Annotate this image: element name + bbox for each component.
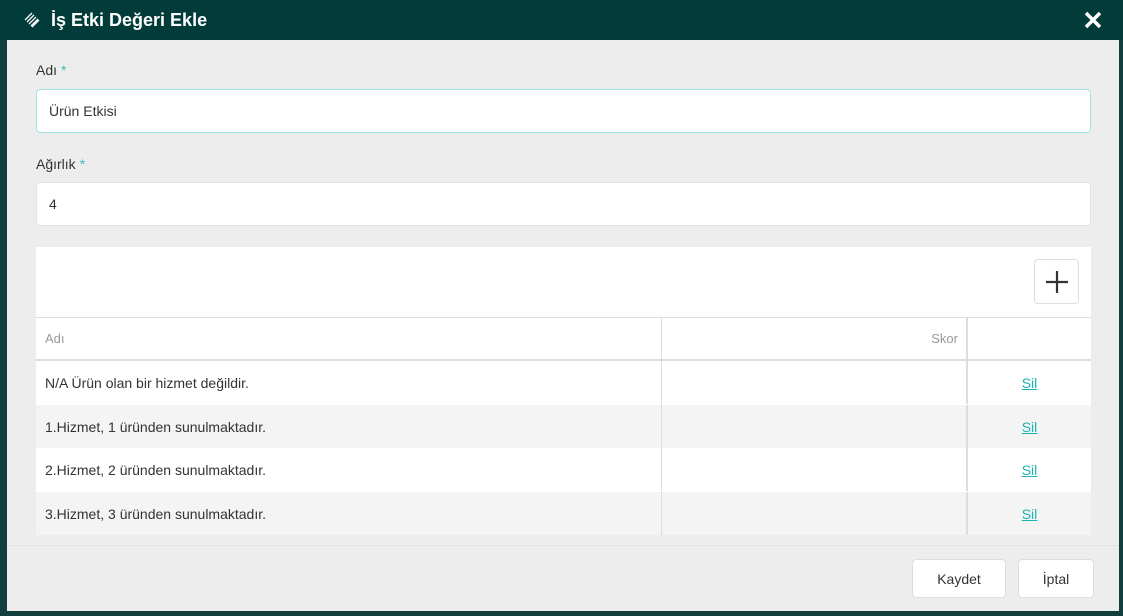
row-name: 1.Hizmet, 1 üründen sunulmaktadır.	[45, 418, 267, 435]
footer-divider	[7, 545, 1119, 546]
delete-link[interactable]: Sil	[1022, 506, 1038, 522]
app-logo-icon	[24, 12, 40, 28]
required-mark: *	[79, 156, 86, 172]
name-input[interactable]: Ürün Etkisi	[36, 89, 1091, 133]
table-row: N/A Ürün olan bir hizmet değildir. Sil	[36, 361, 1091, 404]
delete-link[interactable]: Sil	[1022, 419, 1038, 435]
cancel-button[interactable]: İptal	[1018, 559, 1094, 598]
name-input-value: Ürün Etkisi	[49, 103, 117, 119]
weight-input-value: 4	[49, 196, 57, 212]
table-header: Adı Skor	[36, 317, 1091, 361]
required-mark: *	[61, 62, 67, 78]
row-score[interactable]	[661, 405, 966, 448]
dialog-titlebar: İş Etki Değeri Ekle	[0, 0, 1123, 40]
delete-link[interactable]: Sil	[1022, 375, 1038, 391]
header-name[interactable]: Adı	[36, 318, 661, 359]
add-row-button[interactable]	[1034, 259, 1079, 304]
close-icon[interactable]	[1082, 9, 1104, 31]
table-row: 3.Hizmet, 3 üründen sunulmaktadır. Sil	[36, 492, 1091, 535]
table-row: 2.Hizmet, 2 üründen sunulmaktadır. Sil	[36, 448, 1091, 491]
dialog-title: İş Etki Değeri Ekle	[51, 10, 208, 30]
header-actions	[966, 318, 1091, 359]
weight-label: Ağırlık *	[36, 156, 86, 172]
save-button[interactable]: Kaydet	[912, 559, 1006, 598]
row-name: N/A Ürün olan bir hizmet değildir.	[45, 374, 249, 391]
weight-input[interactable]: 4	[36, 182, 1091, 226]
options-table: Adı Skor N/A Ürün olan bir hizmet değild…	[36, 247, 1091, 535]
row-score[interactable]	[661, 361, 966, 404]
table-row: 1.Hizmet, 1 üründen sunulmaktadır. Sil	[36, 405, 1091, 448]
row-score[interactable]	[661, 492, 966, 535]
row-score[interactable]	[661, 448, 966, 491]
header-score[interactable]: Skor	[661, 318, 966, 359]
row-name: 3.Hizmet, 3 üründen sunulmaktadır.	[45, 505, 267, 522]
delete-link[interactable]: Sil	[1022, 462, 1038, 478]
plus-icon	[1046, 271, 1068, 293]
row-name: 2.Hizmet, 2 üründen sunulmaktadır.	[45, 461, 267, 478]
dialog-body: Adı * Ürün Etkisi Ağırlık * 4 Adı Skor N/A…	[7, 40, 1119, 611]
name-label: Adı *	[36, 62, 67, 78]
